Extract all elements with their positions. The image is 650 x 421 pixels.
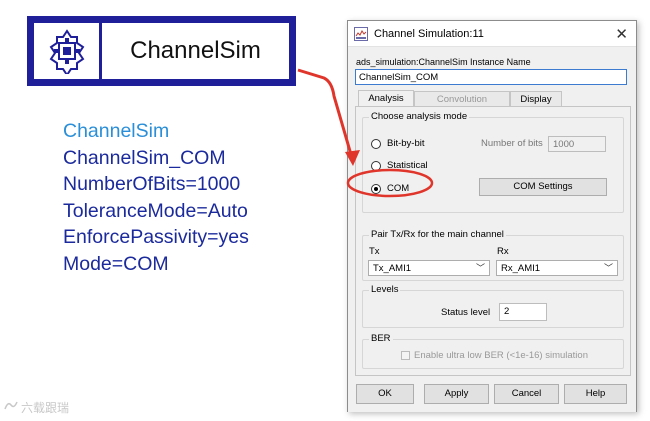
ultra-low-ber-checkbox-row: Enable ultra low BER (<1e-16) simulation <box>401 350 588 361</box>
ads-icon <box>354 26 368 41</box>
apply-button[interactable]: Apply <box>424 384 489 404</box>
analysis-mode-title: Choose analysis mode <box>369 111 470 122</box>
radio-button-selected[interactable] <box>371 183 381 194</box>
rx-label: Rx <box>497 246 509 257</box>
tab-display[interactable]: Display <box>510 91 562 107</box>
radio-label: Statistical <box>387 160 428 171</box>
param-line: ChannelSim_COM <box>63 146 226 169</box>
status-level-label: Status level <box>441 307 491 318</box>
tab-analysis[interactable]: Analysis <box>358 90 414 107</box>
instance-name-label: ads_simulation:ChannelSim Instance Name <box>356 57 531 67</box>
annotation-arrow <box>297 68 354 159</box>
tab-convolution[interactable]: Convolution <box>414 91 510 107</box>
dialog-titlebar[interactable]: Channel Simulation:11 ✕ <box>348 21 636 47</box>
param-line: NumberOfBits=1000 <box>63 173 241 195</box>
radio-bit-by-bit[interactable]: Bit-by-bit <box>371 138 424 149</box>
close-icon[interactable]: ✕ <box>615 25 628 43</box>
radio-label: COM <box>387 183 410 194</box>
param-line: Mode=COM <box>63 252 169 275</box>
analysis-tab-panel: Choose analysis mode Bit-by-bit Number o… <box>355 106 631 376</box>
ber-title: BER <box>369 333 393 344</box>
number-of-bits-label: Number of bits <box>481 138 543 149</box>
chevron-down-icon: ﹀ <box>603 263 613 273</box>
number-of-bits-field: 1000 <box>548 136 606 152</box>
pair-txrx-title: Pair Tx/Rx for the main channel <box>369 229 506 240</box>
com-settings-button[interactable]: COM Settings <box>479 178 607 196</box>
levels-group: Levels Status level 2 <box>362 284 624 328</box>
radio-com[interactable]: COM <box>371 183 409 194</box>
watermark-text: 六载跟瑞 <box>21 401 70 415</box>
levels-title: Levels <box>369 284 401 295</box>
gear-chip-icon <box>34 23 102 79</box>
component-parameters: ChannelSim ChannelSim_COM NumberOfBits=1… <box>63 118 249 277</box>
watermark: 六载跟瑞 <box>4 399 69 416</box>
radio-statistical[interactable]: Statistical <box>371 160 428 171</box>
rx-select[interactable]: Rx_AMI1 ﹀ <box>496 260 618 276</box>
rx-select-value: Rx_AMI1 <box>501 263 541 274</box>
dialog-title: Channel Simulation:11 <box>374 27 484 40</box>
tx-select[interactable]: Tx_AMI1 ﹀ <box>368 260 490 276</box>
dialog-button-bar: OK Apply Cancel Help <box>348 382 636 412</box>
channelsim-component[interactable]: ChannelSim <box>27 16 296 86</box>
analysis-mode-group: Choose analysis mode Bit-by-bit Number o… <box>362 111 624 213</box>
pair-txrx-group: Pair Tx/Rx for the main channel Tx Rx Tx… <box>362 229 624 281</box>
instance-name-input[interactable] <box>355 69 627 85</box>
radio-button[interactable] <box>371 138 381 149</box>
ultra-low-ber-label: Enable ultra low BER (<1e-16) simulation <box>414 350 588 361</box>
channel-simulation-dialog: Channel Simulation:11 ✕ ads_simulation:C… <box>347 20 637 412</box>
param-line: ChannelSim <box>63 120 170 142</box>
tx-label: Tx <box>369 246 380 257</box>
param-line: EnforcePassivity=yes <box>63 226 249 248</box>
cancel-button[interactable]: Cancel <box>494 384 559 404</box>
radio-label: Bit-by-bit <box>387 138 425 149</box>
ber-group: BER Enable ultra low BER (<1e-16) simula… <box>362 333 624 369</box>
logo-icon <box>4 400 18 415</box>
help-button[interactable]: Help <box>564 384 627 404</box>
component-body: ChannelSim <box>31 20 292 82</box>
status-level-field[interactable]: 2 <box>499 303 547 321</box>
ultra-low-ber-checkbox <box>401 351 410 360</box>
component-name: ChannelSim <box>130 37 261 64</box>
radio-button[interactable] <box>371 160 381 171</box>
param-line: ToleranceMode=Auto <box>63 199 248 222</box>
chevron-down-icon: ﹀ <box>475 263 485 273</box>
tx-select-value: Tx_AMI1 <box>373 263 412 274</box>
ok-button[interactable]: OK <box>356 384 414 404</box>
